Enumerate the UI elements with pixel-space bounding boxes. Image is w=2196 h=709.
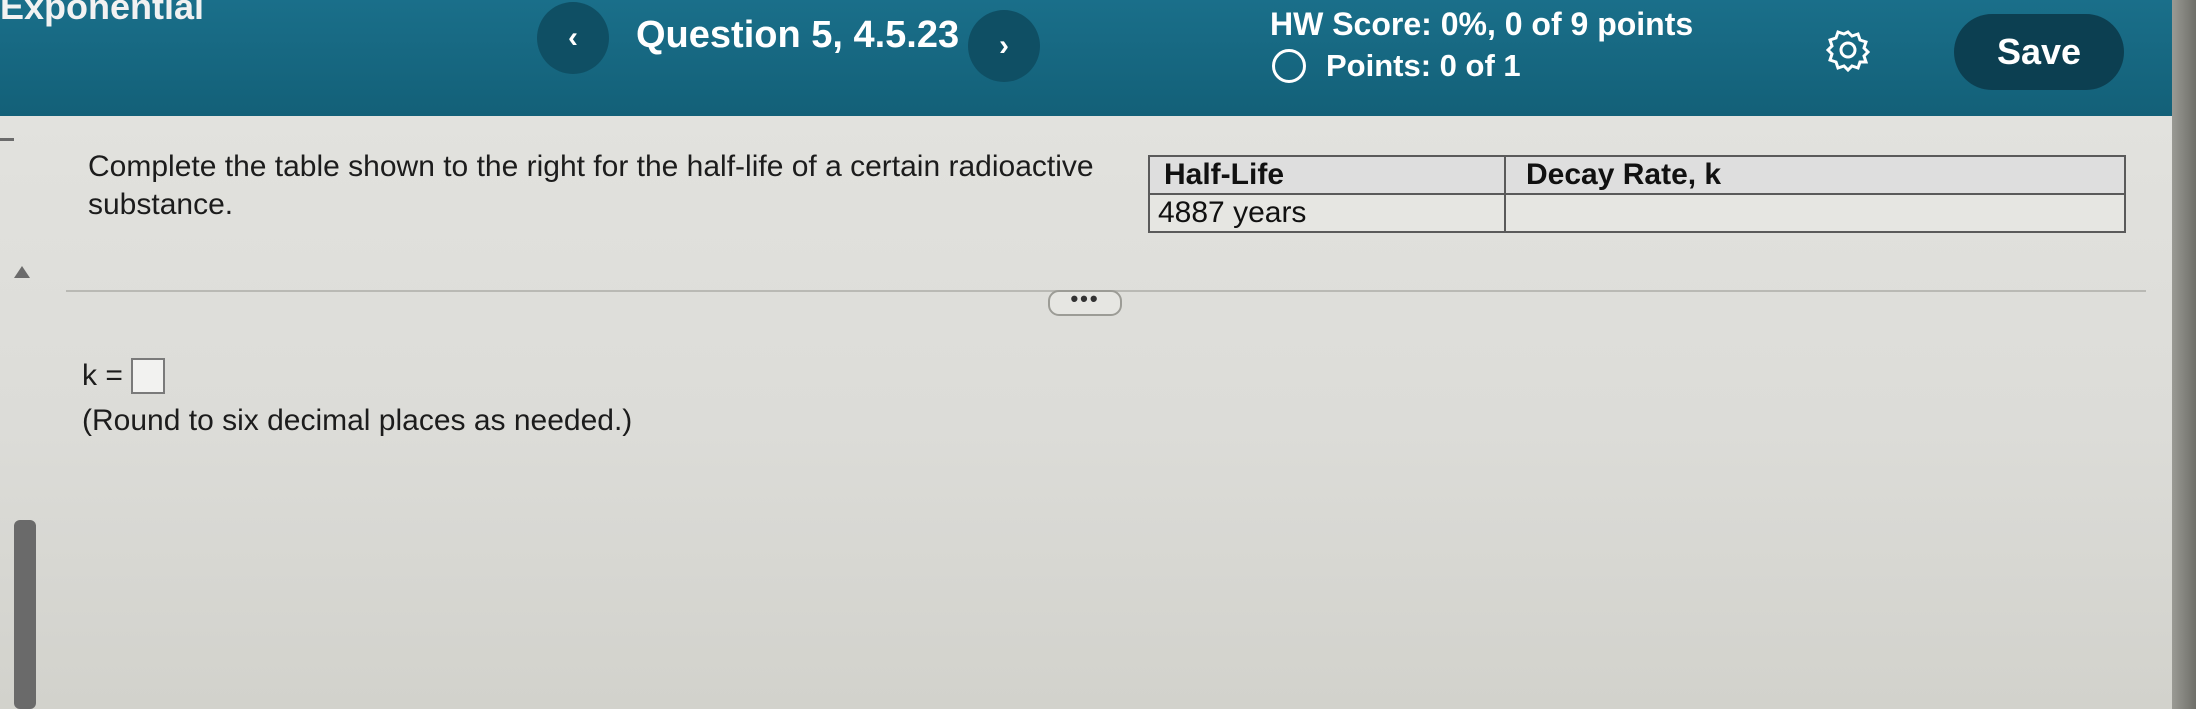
previous-question-button[interactable]: ‹	[537, 2, 609, 74]
course-title: Exponential	[0, 0, 205, 27]
answer-row: k =	[82, 358, 165, 394]
table-header-row: Half-Life Decay Rate, k	[1148, 155, 2126, 195]
half-life-table: Half-Life Decay Rate, k 4887 years	[1148, 155, 2126, 233]
page: Exponential ‹ Question 5, 4.5.23 › HW Sc…	[0, 0, 2196, 709]
scroll-up-arrow-icon[interactable]	[14, 266, 30, 278]
window-edge	[2172, 0, 2196, 709]
table-header-half-life: Half-Life	[1148, 155, 1506, 195]
points-label: Points: 0 of 1	[1326, 48, 1521, 83]
gear-icon[interactable]	[1826, 28, 1870, 72]
table-cell-half-life: 4887 years	[1148, 193, 1506, 233]
save-button[interactable]: Save	[1954, 14, 2124, 90]
scrollbar-thumb[interactable]	[14, 520, 36, 709]
answer-label: k =	[82, 359, 123, 392]
table-row: 4887 years	[1148, 193, 2126, 233]
next-question-button[interactable]: ›	[968, 10, 1040, 82]
rounding-instruction: (Round to six decimal places as needed.)	[82, 404, 633, 437]
points-status: Points: 0 of 1	[1272, 48, 1521, 84]
answer-input[interactable]	[130, 358, 165, 394]
question-title: Question 5, 4.5.23	[636, 14, 960, 56]
collapse-handle[interactable]	[0, 138, 14, 141]
more-options-button[interactable]: •••	[1048, 288, 1122, 316]
chevron-right-icon: ›	[999, 29, 1009, 62]
question-prompt: Complete the table shown to the right fo…	[88, 150, 1094, 221]
table-cell-decay-rate	[1504, 193, 2126, 233]
table-header-decay-rate: Decay Rate, k	[1504, 155, 2126, 195]
chevron-left-icon: ‹	[568, 21, 578, 54]
hw-score: HW Score: 0%, 0 of 9 points	[1270, 6, 1694, 42]
status-circle-icon	[1272, 49, 1306, 83]
top-bar: Exponential ‹ Question 5, 4.5.23 › HW Sc…	[0, 0, 2172, 116]
